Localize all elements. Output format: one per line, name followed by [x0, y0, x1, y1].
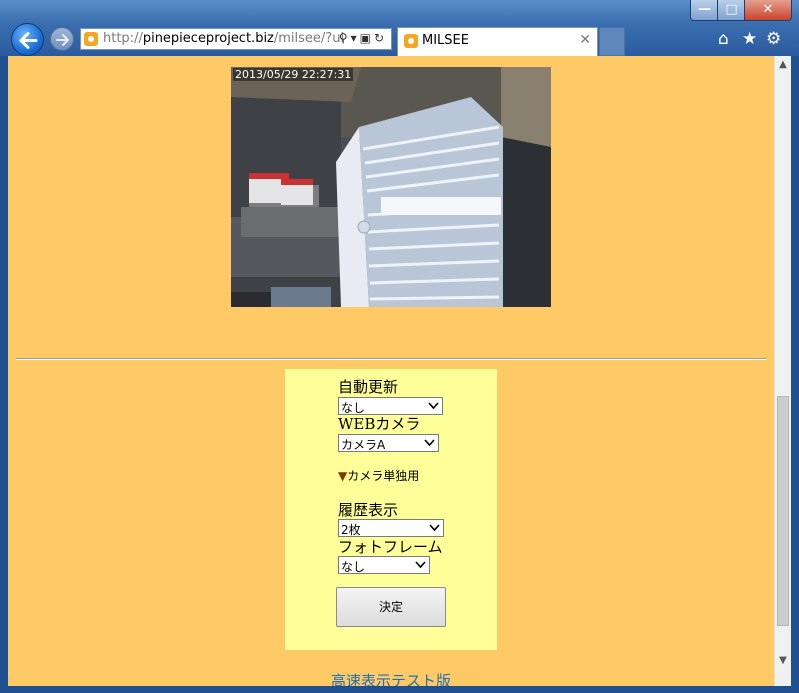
camera-timestamp: 2013/05/29 22:27:31 — [233, 68, 354, 81]
address-host: pinepieceproject.biz — [142, 31, 274, 46]
minimize-button[interactable]: — — [690, 0, 719, 21]
close-window-button[interactable]: ✕ — [744, 0, 792, 21]
tab-favicon-icon — [404, 34, 418, 48]
scroll-up-icon[interactable]: ▲ — [775, 56, 791, 73]
compat-view-icon[interactable]: ▣ — [360, 31, 374, 45]
maximize-icon: □ — [725, 2, 738, 17]
new-tab-button[interactable] — [599, 27, 625, 56]
photo-frame-value: なし — [341, 560, 366, 574]
web-camera-value: カメラA — [341, 438, 386, 452]
favorites-star-icon[interactable]: ★ — [742, 29, 757, 49]
settings-gear-icon[interactable]: ⚙ — [766, 29, 781, 49]
site-favicon-icon — [84, 32, 98, 46]
settings-panel: 自動更新 なし WEBカメラ カメラA ▼カメラ単独用 履歴表示 2枚 フォトフ… — [285, 369, 497, 650]
triangle-down-icon: ▼ — [338, 469, 348, 483]
chevron-down-icon — [429, 524, 440, 532]
scroll-down-icon[interactable]: ▼ — [775, 652, 791, 669]
back-button[interactable] — [11, 23, 44, 56]
window-bottom-edge — [0, 686, 799, 693]
refresh-icon[interactable]: ↻ — [374, 31, 387, 45]
camera-only-note: ▼カメラ単独用 — [338, 467, 419, 484]
chevron-down-icon — [424, 439, 435, 447]
scroll-thumb[interactable] — [777, 396, 789, 626]
page-viewport: 2013/05/29 22:27:31 自動更新 なし WEBカメラ カメラA … — [8, 56, 774, 686]
close-icon: ✕ — [762, 2, 774, 17]
chevron-down-icon — [428, 402, 439, 410]
maximize-button[interactable]: □ — [717, 0, 746, 21]
auto-update-label: 自動更新 — [338, 378, 399, 396]
history-label: 履歴表示 — [338, 501, 399, 519]
camera-only-text: カメラ単独用 — [347, 469, 420, 483]
divider — [16, 358, 766, 360]
address-actions: ⚲▾▣↻ — [339, 31, 387, 45]
web-camera-select[interactable]: カメラA — [338, 434, 439, 452]
submit-button[interactable]: 決定 — [336, 587, 446, 627]
address-text[interactable]: http://pinepieceproject.biz/milsee/?ui — [103, 31, 344, 46]
camera-image: 2013/05/29 22:27:31 — [231, 67, 551, 307]
photo-frame-label: フォトフレーム — [338, 538, 443, 556]
address-scheme: http:// — [103, 31, 143, 46]
forward-button[interactable] — [50, 27, 74, 51]
minimize-icon: — — [698, 2, 711, 17]
vertical-scrollbar[interactable]: ▲ ▼ — [774, 56, 791, 686]
address-path: /milsee/?ui — [273, 31, 345, 46]
web-camera-label: WEBカメラ — [338, 415, 421, 433]
back-arrow-icon — [19, 32, 38, 49]
home-icon[interactable]: ⌂ — [718, 29, 729, 49]
address-bar[interactable]: http://pinepieceproject.biz/milsee/?ui ⚲… — [80, 28, 392, 50]
tab-title: MILSEE — [422, 33, 469, 48]
search-icon[interactable]: ⚲ — [339, 31, 351, 45]
tab-milsee[interactable]: MILSEE ✕ — [397, 27, 598, 56]
tab-close-icon[interactable]: ✕ — [579, 32, 591, 48]
camera-snapshot — [231, 67, 551, 307]
fast-display-test-link[interactable]: 高速表示テスト版 — [331, 670, 451, 686]
chevron-down-icon — [415, 561, 426, 569]
photo-frame-select[interactable]: なし — [338, 556, 430, 574]
history-select[interactable]: 2枚 — [338, 519, 444, 537]
forward-arrow-icon — [56, 34, 69, 46]
dropdown-icon[interactable]: ▾ — [351, 31, 360, 45]
